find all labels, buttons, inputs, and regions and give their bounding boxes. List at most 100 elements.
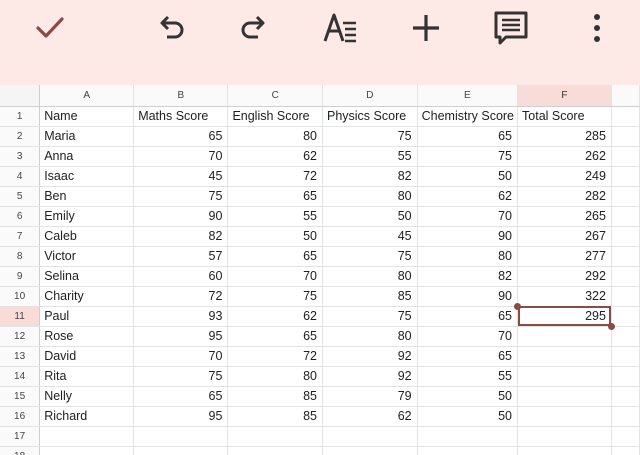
row-header[interactable]: 1 [0,106,41,127]
cell-c9[interactable]: 70 [227,266,323,287]
cell-a2[interactable]: Maria [39,126,135,147]
confirm-check-icon[interactable] [28,6,72,50]
cell-b14[interactable]: 75 [133,366,229,387]
cell-a11[interactable]: Paul [39,306,135,327]
cell-e8[interactable]: 80 [417,246,519,267]
cell-e3[interactable]: 75 [417,146,519,167]
redo-icon[interactable] [233,6,277,50]
cell-e2[interactable]: 65 [417,126,519,147]
cell-c3[interactable]: 62 [227,146,323,167]
cell-e10[interactable]: 90 [417,286,519,307]
cell-a7[interactable]: Caleb [39,226,135,247]
cell-d12[interactable]: 80 [322,326,418,347]
cell-f3[interactable]: 262 [517,146,612,167]
cell-e11[interactable]: 65 [417,306,519,327]
cell-d2[interactable]: 75 [322,126,418,147]
cell-overflow[interactable] [611,166,640,187]
cell-d11[interactable]: 75 [322,306,418,327]
insert-plus-icon[interactable] [404,6,448,50]
cell-b5[interactable]: 75 [133,186,229,207]
column-header-f[interactable]: F [517,85,612,107]
spreadsheet-grid[interactable]: ABCDEF 1 Name Maths Score English Score Phys… [0,85,640,455]
cell-b8[interactable]: 57 [133,246,229,267]
cell-d14[interactable]: 92 [322,366,418,387]
cell-d6[interactable]: 50 [322,206,418,227]
cell-a4[interactable]: Isaac [39,166,135,187]
cell-b3[interactable]: 70 [133,146,229,167]
cell-e17[interactable] [417,426,519,447]
cell-c14[interactable]: 80 [227,366,323,387]
cell-b7[interactable]: 82 [133,226,229,247]
cell-f2[interactable]: 285 [517,126,612,147]
row-header[interactable]: 6 [0,206,41,227]
row-header[interactable]: 12 [0,326,41,347]
cell-overflow[interactable] [611,406,640,427]
cell-d18[interactable] [322,446,418,455]
cell-a8[interactable]: Victor [39,246,135,267]
cell-e13[interactable]: 65 [417,346,519,367]
cell-overflow[interactable] [611,326,640,347]
row-header[interactable]: 13 [0,346,41,367]
cell-b17[interactable] [133,426,229,447]
cell-c5[interactable]: 65 [227,186,323,207]
cell-b16[interactable]: 95 [133,406,229,427]
cell-f12[interactable] [517,326,612,347]
selected-cell-f11[interactable]: 295 [517,306,612,327]
cell-f14[interactable] [517,366,612,387]
column-header-e[interactable]: E [417,85,519,107]
row-header[interactable]: 5 [0,186,41,207]
row-header[interactable]: 16 [0,406,41,427]
more-options-icon[interactable] [575,6,619,50]
cell-overflow[interactable] [611,386,640,407]
cell-b13[interactable]: 70 [133,346,229,367]
cell-overflow[interactable] [611,206,640,227]
cell-overflow[interactable] [611,306,640,327]
row-header[interactable]: 3 [0,146,41,167]
cell-f9[interactable]: 292 [517,266,612,287]
cell-e1[interactable]: Chemistry Score [417,106,519,127]
cell-d5[interactable]: 80 [322,186,418,207]
cell-f7[interactable]: 267 [517,226,612,247]
column-header-b[interactable]: B [133,85,229,107]
row-header[interactable]: 10 [0,286,41,307]
cell-overflow[interactable] [611,106,640,127]
comment-icon[interactable] [489,6,533,50]
cell-a18[interactable] [39,446,135,455]
column-header-c[interactable]: C [227,85,323,107]
cell-d9[interactable]: 80 [322,266,418,287]
row-header[interactable]: 11 [0,306,41,327]
cell-overflow[interactable] [611,266,640,287]
cell-e4[interactable]: 50 [417,166,519,187]
cell-b15[interactable]: 65 [133,386,229,407]
cell-e9[interactable]: 82 [417,266,519,287]
cell-a14[interactable]: Rita [39,366,135,387]
cell-c15[interactable]: 85 [227,386,323,407]
cell-f18[interactable] [517,446,612,455]
cell-f1[interactable]: Total Score [517,106,612,127]
cell-a13[interactable]: David [39,346,135,367]
cell-f13[interactable] [517,346,612,367]
cell-b11[interactable]: 93 [133,306,229,327]
cell-c11[interactable]: 62 [227,306,323,327]
cell-a9[interactable]: Selina [39,266,135,287]
cell-d16[interactable]: 62 [322,406,418,427]
cell-overflow[interactable] [611,146,640,167]
cell-a6[interactable]: Emily [39,206,135,227]
cell-overflow[interactable] [611,226,640,247]
cell-c16[interactable]: 85 [227,406,323,427]
cell-c13[interactable]: 72 [227,346,323,367]
cell-c7[interactable]: 50 [227,226,323,247]
selection-handle-end[interactable] [607,322,615,330]
cell-d17[interactable] [322,426,418,447]
row-header[interactable]: 4 [0,166,41,187]
row-header[interactable]: 8 [0,246,41,267]
cell-overflow[interactable] [611,186,640,207]
cell-f5[interactable]: 282 [517,186,612,207]
cell-overflow[interactable] [611,426,640,447]
row-header[interactable]: 2 [0,126,41,147]
cell-b10[interactable]: 72 [133,286,229,307]
cell-overflow[interactable] [611,346,640,367]
cell-a15[interactable]: Nelly [39,386,135,407]
cell-e16[interactable]: 50 [417,406,519,427]
cell-a10[interactable]: Charity [39,286,135,307]
